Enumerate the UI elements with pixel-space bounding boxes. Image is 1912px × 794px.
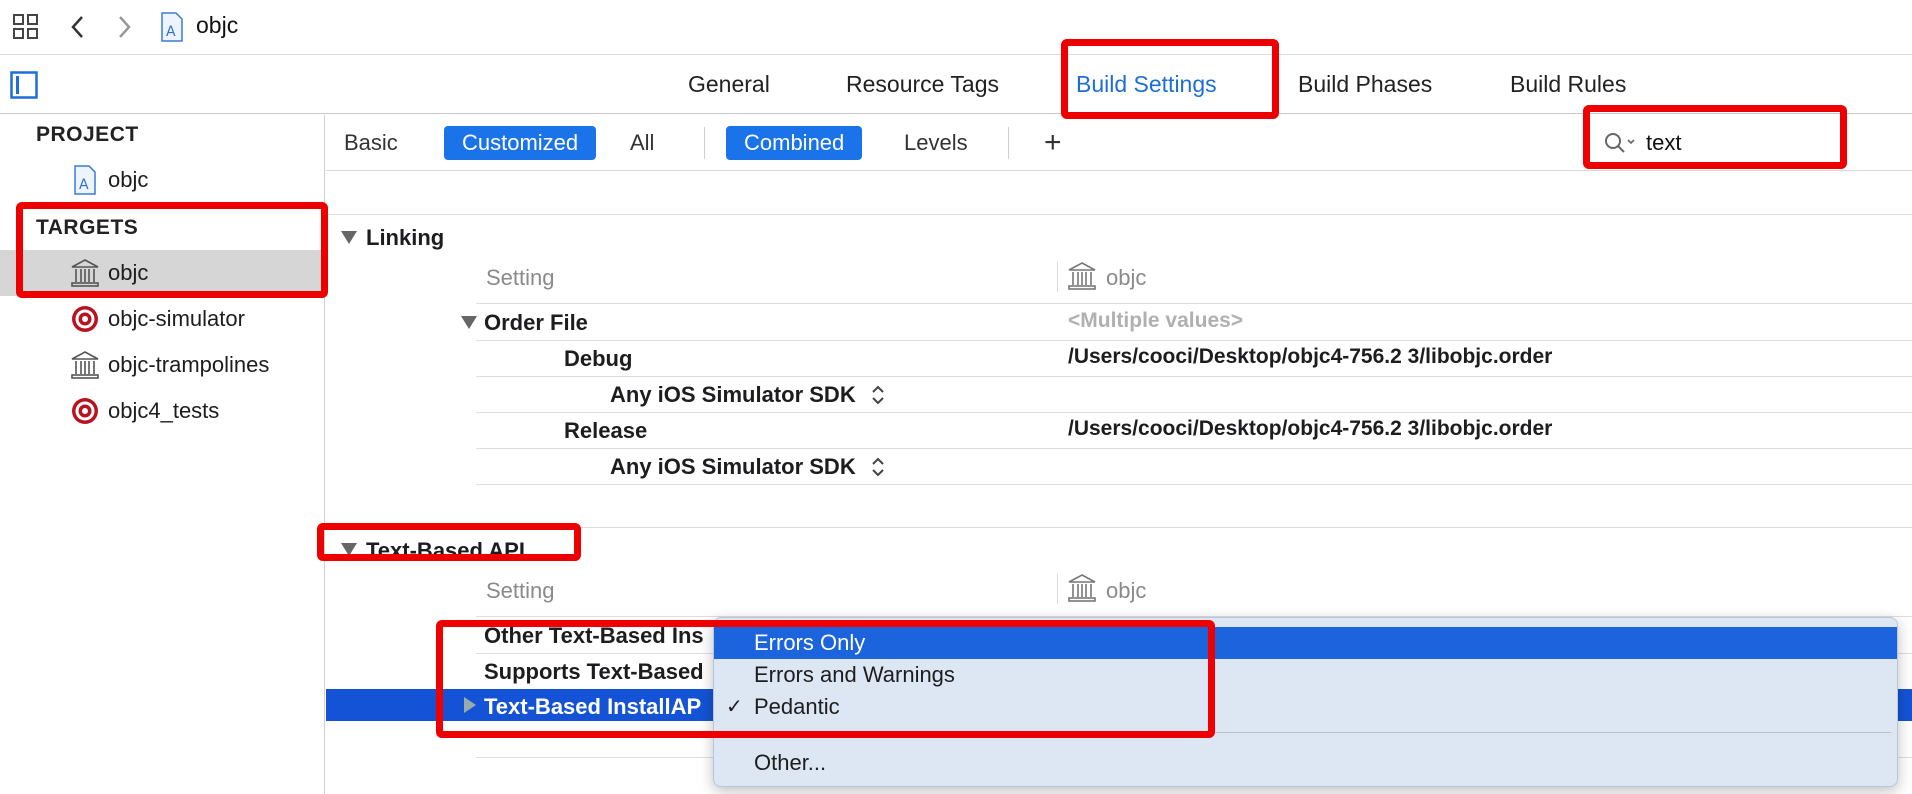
- setting-order-file[interactable]: Order File: [484, 310, 588, 336]
- filter-customized-button[interactable]: Customized: [444, 126, 597, 160]
- section-divider: [326, 214, 1912, 215]
- column-divider: [1057, 262, 1058, 292]
- row-divider: [476, 448, 1912, 449]
- setting-value[interactable]: /Users/cooci/Desktop/objc4-756.2 3/libob…: [1068, 417, 1552, 441]
- project-section-header: PROJECT: [36, 123, 139, 146]
- annotation-box-text-based-api: [317, 523, 581, 561]
- library-icon: [71, 351, 99, 379]
- svg-text:A: A: [166, 24, 176, 40]
- annotation-box-build-settings: [1061, 39, 1279, 119]
- grid-icon[interactable]: [12, 13, 40, 41]
- sidebar-toggle-icon[interactable]: [10, 71, 38, 99]
- sidebar-item-label: objc-trampolines: [108, 352, 270, 377]
- column-divider: [1057, 574, 1058, 604]
- row-divider: [476, 412, 1912, 413]
- setting-sdk-condition[interactable]: Any iOS Simulator SDK: [610, 454, 856, 480]
- divider: [1008, 127, 1009, 159]
- stepper-chevron-icon[interactable]: [870, 454, 886, 480]
- sidebar-item-target-objc4-tests[interactable]: objc4_tests: [0, 388, 324, 434]
- filter-combined-button[interactable]: Combined: [726, 126, 863, 160]
- library-icon: [1068, 262, 1096, 290]
- section-title-linking: Linking: [366, 225, 445, 250]
- sidebar-item-label: objc4_tests: [108, 398, 220, 423]
- row-divider: [476, 484, 1912, 485]
- filter-levels-button[interactable]: Levels: [886, 126, 986, 160]
- stepper-chevron-icon[interactable]: [870, 382, 886, 408]
- setting-value[interactable]: /Users/cooci/Desktop/objc4-756.2 3/libob…: [1068, 345, 1552, 369]
- tab-general[interactable]: General: [688, 71, 770, 98]
- project-file-icon: A: [74, 165, 96, 195]
- sidebar-item-label: objc: [108, 167, 149, 192]
- target-icon: [72, 398, 98, 424]
- setting-debug[interactable]: Debug: [564, 346, 632, 372]
- file-title: objc: [196, 12, 239, 38]
- disclosure-triangle-icon[interactable]: [461, 316, 477, 329]
- top-toolbar: A objc: [0, 0, 1912, 55]
- library-icon: [1068, 574, 1096, 602]
- divider: [704, 127, 705, 159]
- column-header-setting: Setting: [486, 578, 555, 603]
- project-file-icon: A: [158, 12, 186, 42]
- forward-arrow-icon[interactable]: [110, 13, 138, 41]
- setting-sdk-condition[interactable]: Any iOS Simulator SDK: [610, 382, 856, 408]
- menu-item-other[interactable]: Other...: [714, 747, 1897, 779]
- filter-basic-button[interactable]: Basic: [326, 126, 416, 160]
- annotation-box-search: [1583, 105, 1847, 169]
- back-arrow-icon[interactable]: [64, 13, 92, 41]
- svg-text:A: A: [79, 177, 89, 193]
- tab-build-rules[interactable]: Build Rules: [1510, 71, 1626, 98]
- tab-build-phases[interactable]: Build Phases: [1298, 71, 1432, 98]
- sidebar-item-label: objc-simulator: [108, 306, 245, 331]
- add-setting-button[interactable]: +: [1026, 126, 1080, 160]
- filter-all-button[interactable]: All: [612, 126, 672, 160]
- annotation-box-dropdown: [436, 620, 1215, 738]
- column-header-target: objc: [1106, 578, 1147, 603]
- tab-resource-tags[interactable]: Resource Tags: [846, 71, 999, 98]
- annotation-box-targets: [16, 202, 328, 298]
- target-icon: [72, 306, 98, 332]
- setting-value[interactable]: <Multiple values>: [1068, 309, 1243, 333]
- column-header-setting: Setting: [486, 265, 555, 290]
- disclosure-triangle-icon[interactable]: [341, 231, 357, 244]
- row-divider: [476, 376, 1912, 377]
- row-divider: [476, 340, 1912, 341]
- sidebar-item-project-objc[interactable]: A objc: [0, 157, 324, 203]
- row-divider: [476, 303, 1912, 304]
- column-header-target: objc: [1106, 265, 1147, 290]
- setting-release[interactable]: Release: [564, 418, 647, 444]
- sidebar-item-target-objc-trampolines[interactable]: objc-trampolines: [0, 342, 324, 388]
- sidebar-item-target-objc-simulator[interactable]: objc-simulator: [0, 296, 324, 342]
